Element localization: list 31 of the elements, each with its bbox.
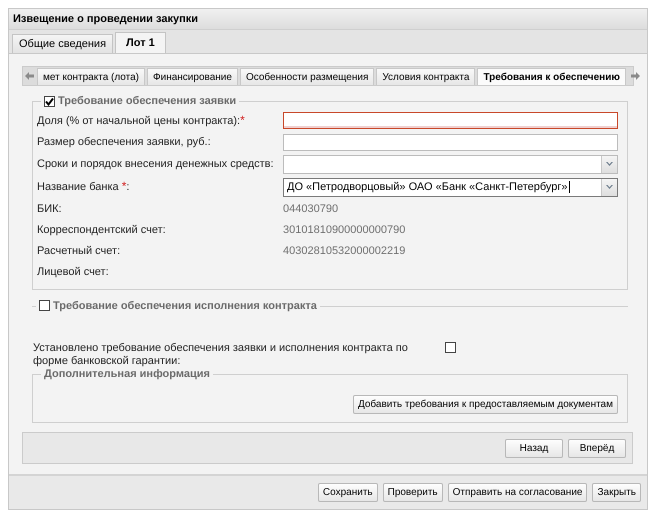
field-value: 044030790 — [283, 202, 340, 216]
add-requirements-button[interactable]: Добавить требования к предоставляемым документам — [352, 395, 618, 414]
footer-button[interactable]: Закрыть — [592, 483, 641, 502]
tab[interactable]: Финансирование — [147, 68, 238, 85]
field-label: Установлено требование обеспечения заявки и исполнения контракта по форме банковской гарантии: — [33, 342, 409, 368]
field-label: Расчетный счет: — [37, 244, 122, 258]
window-title: Извещение о проведении закупки — [9, 9, 647, 30]
tab[interactable]: Требования к обеспечению — [477, 68, 626, 85]
tab[interactable]: Лот 1 — [115, 32, 166, 53]
field-label: Корреспондентский счет: — [37, 222, 167, 238]
nav-button[interactable]: Вперёд — [568, 438, 626, 458]
nav-button[interactable]: Назад — [505, 438, 563, 458]
tab[interactable]: мет контракта (лота) — [37, 68, 146, 85]
section-title: Требование обеспечения исполнения контракта — [53, 300, 317, 312]
footer-button[interactable]: Проверить — [382, 483, 443, 502]
field-label: Сроки и порядок внесения денежных средств: — [37, 156, 275, 172]
tab[interactable]: Общие сведения — [12, 34, 114, 53]
field-value: 40302810532000002219 — [283, 244, 406, 258]
section-title: Требование обеспечения заявки — [58, 95, 236, 107]
field-label: Доля (% от начальной цены контракта):* — [37, 112, 246, 128]
section-title: Дополнительная информация — [44, 368, 210, 380]
field-label: Размер обеспечения заявки, руб.: — [37, 134, 212, 150]
field-value: 30101810900000000790 — [283, 222, 406, 238]
tab[interactable]: Особенности размещения — [240, 68, 374, 85]
footer-button[interactable]: Отправить на согласование — [448, 483, 588, 502]
field-label: Название банка *: — [37, 178, 130, 195]
field-label: Лицевой счет: — [37, 264, 110, 280]
tab[interactable]: Условия контракта — [376, 68, 476, 85]
dropdown[interactable]: ДО «Петродворцовый» ОАО «Банк «Санкт-Петербург» — [283, 178, 618, 196]
footer-button[interactable]: Сохранить — [318, 483, 378, 502]
field-label: БИК: — [37, 202, 63, 216]
